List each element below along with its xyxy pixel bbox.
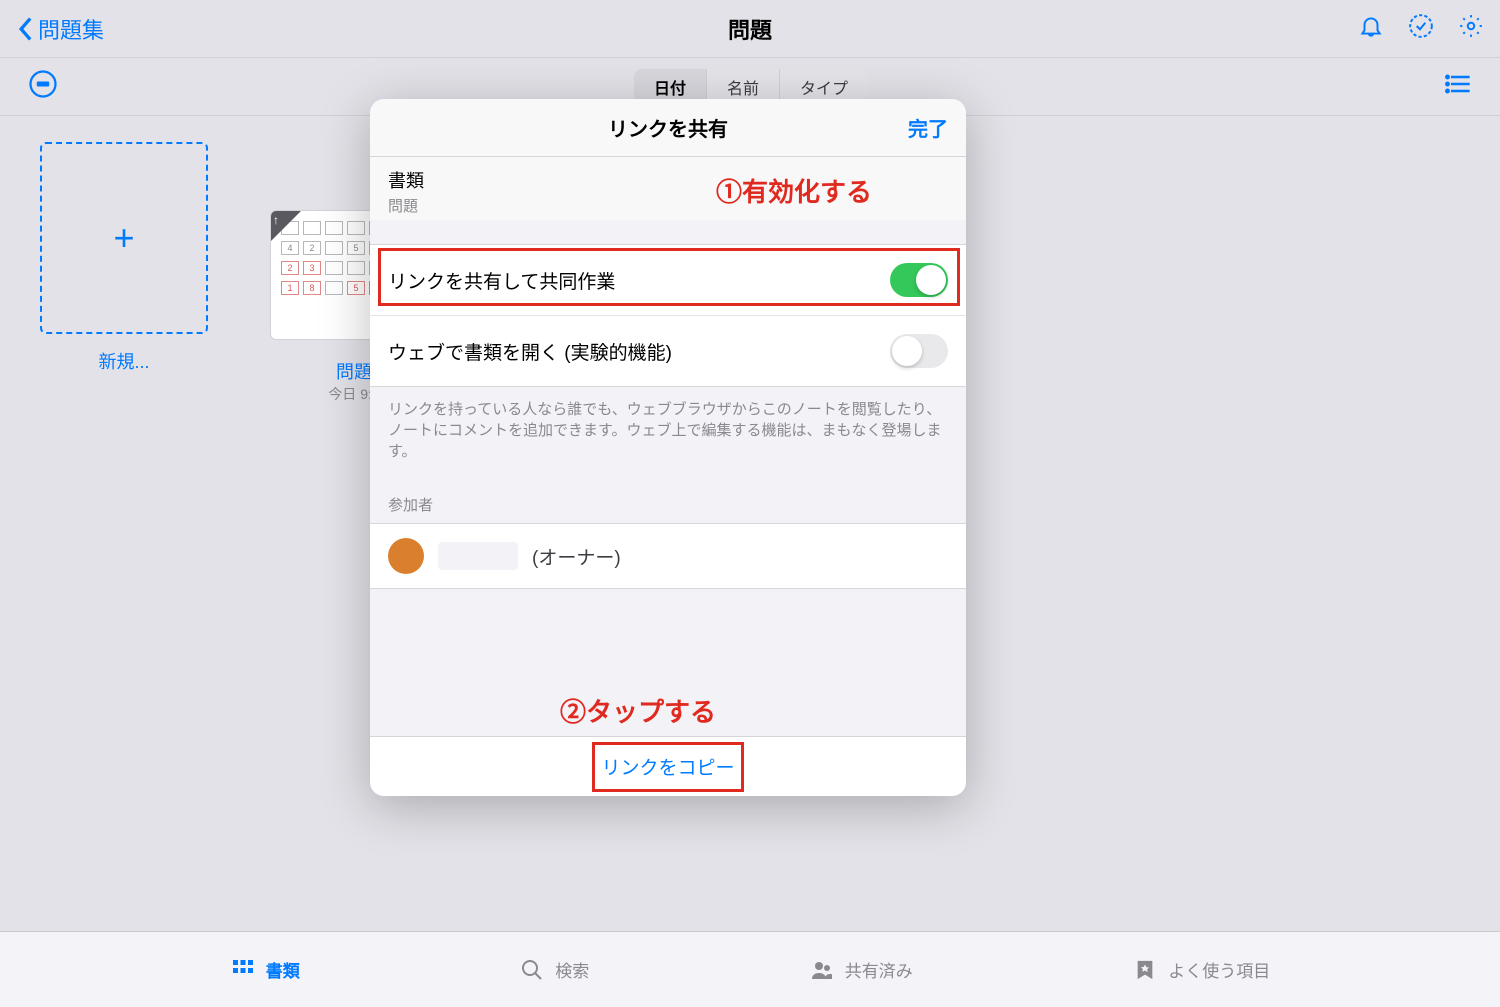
tab-search-label: 検索: [555, 957, 589, 982]
checkmark-circle-icon[interactable]: [1408, 13, 1434, 44]
share-collaborate-row: リンクを共有して共同作業: [370, 245, 966, 315]
tab-shared-label: 共有済み: [845, 957, 913, 982]
tab-search[interactable]: 検索: [519, 957, 589, 983]
member-row-owner[interactable]: (オーナー): [370, 523, 966, 589]
upload-icon: ↑: [273, 213, 279, 227]
copy-link-button[interactable]: リンクをコピー: [370, 737, 966, 796]
nav-header: 問題集 問題: [0, 0, 1500, 58]
share-options-group: リンクを共有して共同作業 ウェブで書類を開く (実験的機能): [370, 244, 966, 387]
tab-documents[interactable]: 書類: [230, 957, 300, 983]
tab-favorites-label: よく使う項目: [1168, 957, 1270, 982]
open-web-switch[interactable]: [890, 334, 948, 368]
document-section-header: 書類 問題: [370, 157, 966, 220]
avatar: [388, 538, 424, 574]
tab-favorites[interactable]: よく使う項目: [1132, 957, 1270, 983]
open-web-row: ウェブで書類を開く (実験的機能): [370, 315, 966, 386]
star-bookmark-icon: [1132, 957, 1158, 983]
list-view-icon[interactable]: [1444, 70, 1472, 103]
back-label: 問題集: [38, 13, 104, 45]
tab-bar: 書類 検索 共有済み よく使う項目: [0, 931, 1500, 1007]
bell-icon[interactable]: [1358, 13, 1384, 44]
member-name: [438, 542, 518, 570]
gear-icon[interactable]: [1458, 13, 1484, 44]
chevron-left-icon: [16, 16, 34, 42]
document-title: 問題: [336, 358, 372, 384]
section-sublabel: 問題: [388, 195, 948, 216]
page-title: 問題: [728, 13, 772, 45]
tab-shared[interactable]: 共有済み: [809, 957, 913, 983]
search-icon: [519, 957, 545, 983]
new-label: 新規...: [98, 348, 149, 374]
section-label: 書類: [388, 167, 948, 193]
open-web-label: ウェブで書類を開く (実験的機能): [388, 338, 672, 365]
modal-header: リンクを共有 完了: [370, 99, 966, 157]
members-header: 参加者: [370, 474, 966, 523]
new-document[interactable]: + 新規...: [40, 142, 208, 404]
done-button[interactable]: 完了: [908, 113, 948, 142]
people-icon: [809, 957, 835, 983]
filter-icon[interactable]: [28, 69, 58, 104]
share-collaborate-label: リンクを共有して共同作業: [388, 267, 615, 294]
plus-icon: +: [40, 142, 208, 334]
modal-title: リンクを共有: [608, 113, 728, 142]
member-role: (オーナー): [532, 543, 621, 570]
grid-icon: [230, 957, 256, 983]
back-button[interactable]: 問題集: [16, 13, 104, 45]
share-help-text: リンクを持っている人なら誰でも、ウェブブラウザからこのノートを閲覧したり、ノート…: [370, 387, 966, 474]
share-collaborate-switch[interactable]: [890, 263, 948, 297]
share-link-modal: リンクを共有 完了 書類 問題 リンクを共有して共同作業 ウェブで書類を開く (…: [370, 99, 966, 796]
tab-documents-label: 書類: [266, 957, 300, 982]
